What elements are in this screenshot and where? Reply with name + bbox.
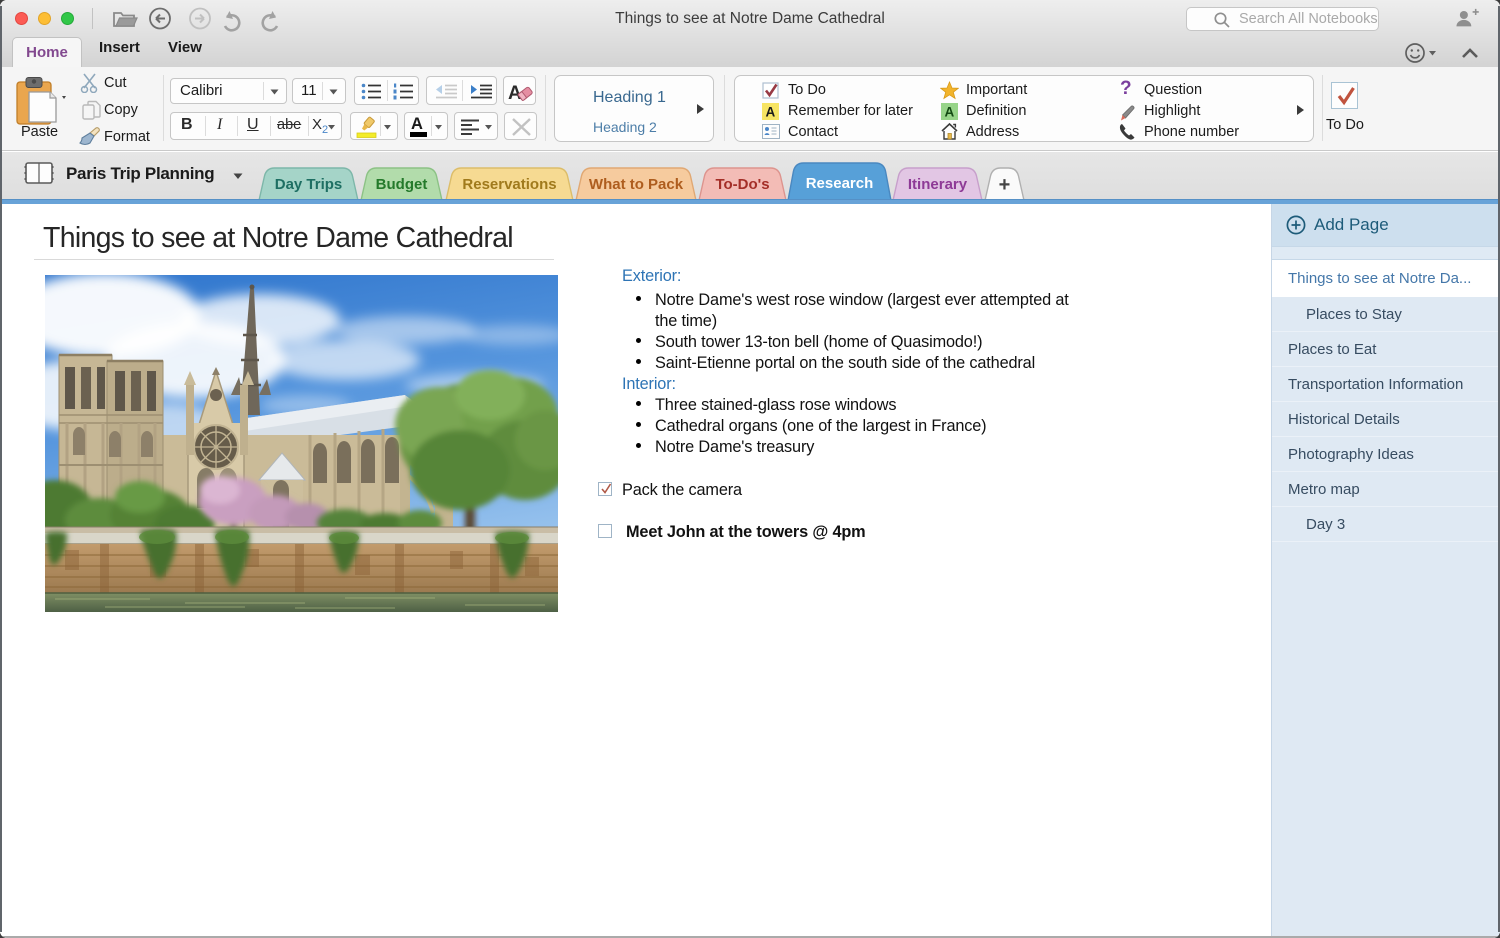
svg-text:What to Pack: What to Pack bbox=[589, 176, 684, 193]
svg-text:Itinerary: Itinerary bbox=[908, 176, 968, 193]
svg-text:+: + bbox=[999, 174, 1011, 196]
svg-text:To-Do's: To-Do's bbox=[715, 176, 769, 193]
svg-text:Day Trips: Day Trips bbox=[275, 176, 343, 193]
svg-text:Budget: Budget bbox=[376, 176, 428, 193]
svg-text:Research: Research bbox=[806, 175, 874, 192]
svg-text:Reservations: Reservations bbox=[462, 176, 556, 193]
